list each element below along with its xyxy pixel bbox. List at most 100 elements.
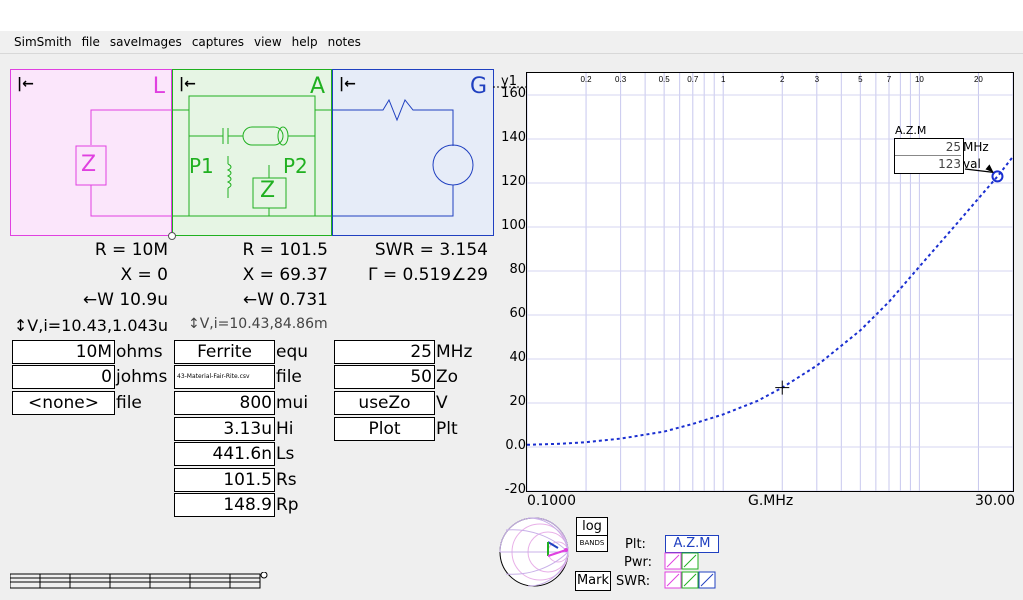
load-reactance-readout: X = 0	[120, 265, 168, 285]
x-top-tick-label: 5	[858, 75, 863, 84]
voltage-mode-unit: V	[436, 393, 448, 413]
annotation-point	[991, 170, 1004, 183]
annotation-value-1[interactable]: 25	[895, 139, 961, 156]
menu-view[interactable]: view	[254, 35, 282, 49]
hi-field[interactable]: 3.13u	[174, 417, 275, 441]
load-resistance-readout: R = 10M	[94, 240, 168, 260]
material-file-field[interactable]: 43-Material-Fair-Rite.csv	[174, 365, 275, 389]
load-file-unit: file	[116, 393, 142, 413]
menu-simsmith[interactable]: SimSmith	[14, 35, 72, 49]
plt-label: Plt:	[625, 537, 646, 552]
x-min-label: 0.1000	[527, 493, 576, 509]
x-top-tick-label: 20	[974, 75, 983, 84]
hi-unit: Hi	[276, 419, 294, 439]
zo-field[interactable]: 50	[334, 365, 435, 389]
rp-unit: Rp	[276, 495, 299, 515]
x-top-tick-label: 0.3	[615, 75, 627, 84]
plt-selector[interactable]: A.Z.M	[665, 535, 719, 553]
equation-unit: equ	[276, 342, 309, 362]
port-1-label: P1	[189, 154, 214, 178]
ls-unit: Ls	[276, 444, 295, 464]
app-window: SimSmith file saveImages captures view h…	[0, 0, 1023, 600]
y-tick-label: -20	[504, 482, 526, 497]
material-file-unit: file	[276, 367, 302, 387]
port-2-label: P2	[283, 154, 308, 178]
scale-ruler	[10, 572, 268, 589]
log-button[interactable]: log	[576, 517, 608, 536]
x-top-tick-label: 2	[780, 75, 785, 84]
x-top-tick-label: 0.7	[687, 75, 699, 84]
title-area	[0, 0, 1023, 31]
mui-unit: mui	[276, 393, 309, 413]
y-tick-label: 160	[501, 86, 526, 101]
a-power-readout: ←W 0.731	[242, 290, 328, 310]
a-reactance-readout: X = 69.37	[242, 265, 328, 285]
rs-unit: Rs	[276, 470, 297, 490]
x-top-tick-label: 7	[887, 75, 892, 84]
annotation-unit-1: MHz	[963, 140, 989, 154]
impedance-symbol: Z	[81, 152, 97, 177]
y-tick-label: 20	[509, 394, 526, 409]
load-r-unit: ohms	[116, 342, 163, 362]
menu-captures[interactable]: captures	[192, 35, 244, 49]
frequency-field[interactable]: 25	[334, 340, 435, 364]
annotation-box[interactable]: 25 123	[894, 138, 964, 174]
swr-readout: SWR = 3.154	[374, 240, 488, 260]
series-line	[527, 155, 1013, 446]
chart-canvas: 0.2 0.3 0.5 0.7 1 2 3 5 7 10 20	[527, 73, 1013, 491]
bands-button[interactable]: BANDS	[576, 535, 608, 552]
load-x-field[interactable]: 0	[12, 365, 115, 389]
a-resistance-readout: R = 101.5	[242, 240, 328, 260]
plot-mode-field[interactable]: Plot	[334, 417, 435, 441]
junction-dot	[168, 232, 176, 240]
plot-area[interactable]: 0.2 0.3 0.5 0.7 1 2 3 5 7 10 20	[526, 72, 1014, 492]
annotation-title: A.Z.M	[895, 124, 927, 137]
y-tick-label: 40	[509, 350, 526, 365]
swr-label: SWR:	[616, 574, 651, 589]
equation-field[interactable]: Ferrite	[174, 340, 275, 364]
y-tick-label: 0.0	[505, 438, 526, 453]
y-tick-label: 80	[509, 262, 526, 277]
frequency-unit: MHz	[436, 342, 473, 362]
smith-chart-thumbnail[interactable]	[496, 514, 576, 594]
gamma-readout: Γ = 0.519∠29	[367, 265, 488, 285]
y-tick-label: 60	[509, 306, 526, 321]
x-top-tick-label: 10	[915, 75, 924, 84]
mui-field[interactable]: 800	[174, 391, 275, 415]
x-top-tick-label: 3	[815, 75, 820, 84]
menu-help[interactable]: help	[292, 35, 318, 49]
rp-field[interactable]: 148.9	[174, 493, 275, 517]
voltage-mode-field[interactable]: useZo	[334, 391, 435, 415]
y-tick-label: 100	[501, 218, 526, 233]
ls-field[interactable]: 441.6n	[174, 442, 275, 466]
x-top-tick-label: 0.2	[580, 75, 592, 84]
y-tick-label: 140	[501, 130, 526, 145]
load-r-field[interactable]: 10M	[12, 340, 115, 364]
load-x-unit: johms	[116, 367, 168, 387]
mark-button[interactable]: Mark	[575, 571, 611, 591]
ferrite-schematic	[173, 95, 331, 217]
annotation-unit-2: val	[963, 157, 981, 171]
zo-unit: Zo	[436, 367, 459, 387]
x-axis-label: G.MHz	[748, 493, 794, 509]
menu-save-images[interactable]: saveImages	[110, 35, 182, 49]
a-vi-readout: ↕V,i=10.43,84.86m	[188, 316, 328, 332]
impedance-symbol: Z	[260, 178, 276, 203]
menu-bar: SimSmith file saveImages captures view h…	[0, 31, 1023, 54]
block-component-a[interactable]: |← A P1 P2 Z	[172, 69, 332, 236]
x-top-tick-label: 0.5	[659, 75, 671, 84]
block-generator[interactable]: |← G	[332, 69, 494, 236]
x-top-tick-label: 1	[721, 75, 726, 84]
load-power-readout: ←W 10.9u	[82, 290, 168, 310]
load-vi-readout: ↕V,i=10.43,1.043u	[13, 316, 168, 335]
menu-file[interactable]: file	[82, 35, 100, 49]
plot-mode-unit: Plt	[436, 419, 458, 439]
load-file-field[interactable]: <none>	[12, 391, 115, 415]
block-load[interactable]: |← L Z	[10, 69, 172, 236]
x-max-label: 30.00	[975, 493, 1016, 509]
annotation-value-2[interactable]: 123	[895, 156, 961, 172]
menu-notes[interactable]: notes	[328, 35, 361, 49]
y-tick-label: 120	[501, 174, 526, 189]
rs-field[interactable]: 101.5	[174, 468, 275, 492]
pwr-label: Pwr:	[624, 555, 652, 570]
